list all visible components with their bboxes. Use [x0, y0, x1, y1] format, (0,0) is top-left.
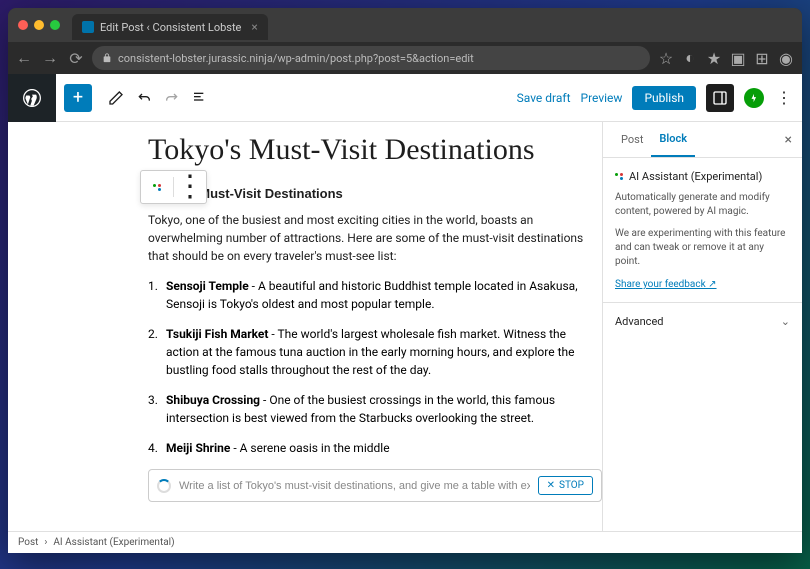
preview-button[interactable]: Preview — [581, 91, 623, 105]
tab-block[interactable]: Block — [651, 122, 695, 157]
extension-icon[interactable]: ★ — [706, 50, 722, 66]
undo-button[interactable] — [130, 84, 158, 112]
list-item[interactable]: Meiji Shrine - A serene oasis in the mid… — [166, 439, 602, 457]
chevron-down-icon: ⌄ — [781, 315, 790, 328]
maximize-window-icon[interactable] — [50, 20, 60, 30]
list-item[interactable]: Tsukiji Fish Market - The world's larges… — [166, 325, 602, 379]
save-draft-button[interactable]: Save draft — [517, 91, 571, 105]
document-overview-button[interactable] — [186, 84, 214, 112]
more-options-button[interactable]: ⋮ — [774, 88, 794, 107]
stop-button[interactable]: ✕ STOP — [538, 476, 593, 495]
page-content: + Save draft Preview Publish — [8, 74, 802, 553]
block-toolbar: ⋮ — [140, 170, 207, 204]
chevron-right-icon: › — [44, 537, 47, 548]
destinations-list[interactable]: Sensoji Temple - A beautiful and histori… — [166, 277, 602, 457]
add-block-button[interactable]: + — [64, 84, 92, 112]
close-icon: ✕ — [547, 480, 555, 491]
publish-button[interactable]: Publish — [632, 86, 696, 110]
window-controls — [18, 20, 60, 30]
content-heading[interactable]: Tokyo's Must-Visit Destinations — [148, 186, 602, 201]
edit-tool-icon[interactable] — [102, 84, 130, 112]
breadcrumb: Post › AI Assistant (Experimental) — [8, 531, 802, 553]
extension-icon[interactable]: ⊞ — [754, 50, 770, 66]
panel-title: AI Assistant (Experimental) — [629, 170, 762, 183]
back-button[interactable]: ← — [16, 50, 32, 66]
settings-sidebar-button[interactable] — [706, 84, 734, 112]
editor-top-toolbar: + Save draft Preview Publish — [8, 74, 802, 122]
ai-prompt-bar: ✕ STOP — [148, 469, 602, 502]
loading-spinner-icon — [157, 479, 171, 493]
url-text: consistent-lobster.jurassic.ninja/wp-adm… — [118, 52, 474, 65]
extension-icons: ☆ ◐ ★ ▣ ⊞ ◉ — [658, 50, 794, 66]
ai-assistant-icon — [615, 173, 623, 180]
browser-tabstrip: Edit Post ‹ Consistent Lobste × — [8, 8, 802, 42]
forward-button[interactable]: → — [42, 50, 58, 66]
lock-icon — [102, 53, 112, 63]
address-bar[interactable]: consistent-lobster.jurassic.ninja/wp-adm… — [92, 46, 650, 70]
star-icon[interactable]: ☆ — [658, 50, 674, 66]
post-title-text: Tokyo's Must-Visit Destinations — [148, 133, 535, 166]
advanced-accordion[interactable]: Advanced ⌄ — [603, 303, 802, 340]
editor-canvas[interactable]: Tokyo's Must-Visit Destinations ⋮ Tokyo'… — [8, 122, 602, 531]
tab-title: Edit Post ‹ Consistent Lobste — [100, 21, 241, 34]
settings-sidebar: Post Block × AI Assistant (Experimental)… — [602, 122, 802, 531]
browser-toolbar: ← → ⟳ consistent-lobster.jurassic.ninja/… — [8, 42, 802, 74]
minimize-window-icon[interactable] — [34, 20, 44, 30]
block-more-button[interactable]: ⋮ — [176, 173, 204, 201]
wordpress-logo-icon — [22, 88, 42, 108]
tab-post[interactable]: Post — [613, 123, 651, 156]
ai-prompt-input[interactable] — [179, 480, 530, 492]
breadcrumb-root[interactable]: Post — [18, 537, 38, 548]
puzzle-icon[interactable]: ▣ — [730, 50, 746, 66]
close-window-icon[interactable] — [18, 20, 28, 30]
panel-note: We are experimenting with this feature a… — [615, 227, 790, 269]
browser-window: Edit Post ‹ Consistent Lobste × ← → ⟳ co… — [8, 8, 802, 553]
sidebar-tabs: Post Block × — [603, 122, 802, 158]
redo-button[interactable] — [158, 84, 186, 112]
close-sidebar-button[interactable]: × — [785, 132, 792, 148]
panel-description: Automatically generate and modify conten… — [615, 191, 790, 219]
breadcrumb-current[interactable]: AI Assistant (Experimental) — [53, 537, 174, 548]
profile-icon[interactable]: ◉ — [778, 50, 794, 66]
list-item[interactable]: Sensoji Temple - A beautiful and histori… — [166, 277, 602, 313]
intro-paragraph[interactable]: Tokyo, one of the busiest and most excit… — [148, 211, 602, 265]
ai-assistant-panel: AI Assistant (Experimental) Automaticall… — [603, 158, 802, 303]
extension-icon[interactable]: ◐ — [682, 50, 698, 66]
ai-block-icon[interactable] — [143, 173, 171, 201]
post-title[interactable]: Tokyo's Must-Visit Destinations ⋮ — [148, 132, 602, 168]
wordpress-logo-button[interactable] — [8, 74, 56, 122]
jetpack-icon — [749, 93, 759, 103]
close-tab-icon[interactable]: × — [251, 20, 257, 34]
list-item[interactable]: Shibuya Crossing - One of the busiest cr… — [166, 391, 602, 427]
feedback-link[interactable]: Share your feedback ↗ — [615, 279, 717, 290]
jetpack-button[interactable] — [744, 88, 764, 108]
browser-tab[interactable]: Edit Post ‹ Consistent Lobste × — [72, 14, 268, 40]
wordpress-favicon-icon — [82, 21, 94, 33]
reload-button[interactable]: ⟳ — [68, 50, 84, 66]
